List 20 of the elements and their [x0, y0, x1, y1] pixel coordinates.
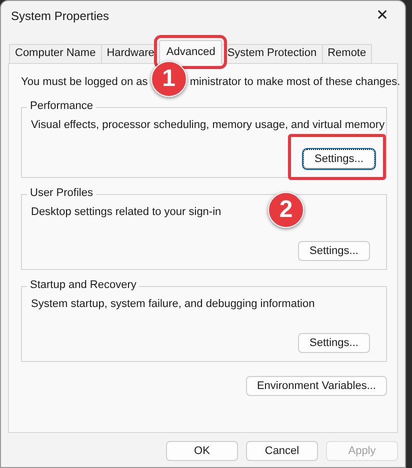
tab[interactable]: Remote: [322, 44, 372, 63]
close-button[interactable]: ✕: [370, 4, 395, 28]
tab[interactable]: Computer Name: [9, 44, 102, 63]
notice-text: ministrator to make most of these changes.: [190, 75, 400, 90]
settings-button[interactable]: Settings...: [298, 240, 370, 262]
dialog-button[interactable]: Cancel: [246, 441, 318, 462]
settings-button[interactable]: Settings...: [303, 149, 375, 170]
notice-text: You must be logged on as: [21, 75, 148, 90]
window-title: System Properties: [11, 8, 110, 25]
tab[interactable]: System Protection: [221, 44, 323, 63]
tab[interactable]: Hardware: [100, 44, 160, 63]
step-badge: 2: [268, 192, 304, 228]
group-description: System startup, system failure, and debugging information: [31, 297, 315, 312]
environment-variables-button[interactable]: Environment Variables...: [246, 376, 387, 396]
group-label: Startup and Recovery: [27, 279, 140, 292]
group-description: Visual effects, processor scheduling, memory usage, and virtual memory: [31, 118, 385, 132]
step-badge: 1: [150, 61, 187, 97]
group-description: Desktop settings related to your sign-in: [31, 205, 222, 220]
dialog-button[interactable]: OK: [166, 441, 238, 462]
settings-button[interactable]: Settings...: [298, 332, 370, 353]
